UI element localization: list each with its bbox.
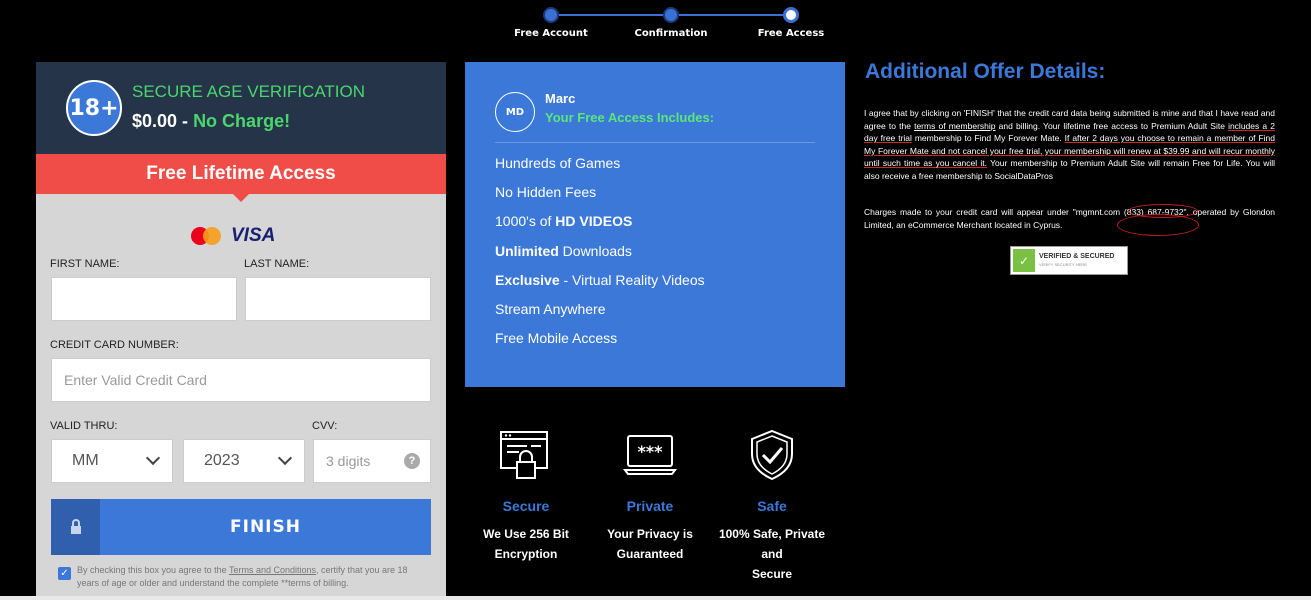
verification-title: SECURE AGE VERIFICATION bbox=[132, 82, 366, 101]
verification-price: $0.00 - No Charge! bbox=[132, 111, 290, 132]
feature-private: *** Private Your Privacy is Guaranteed bbox=[589, 428, 711, 564]
list-item: Stream Anywhere bbox=[495, 300, 606, 317]
verified-text: VERIFIED & SECURED VERIFY SECURITY HERE bbox=[1039, 252, 1115, 267]
list-item: Free Mobile Access bbox=[495, 330, 618, 347]
feature-secure: Secure We Use 256 Bit Encryption bbox=[465, 428, 587, 564]
page-bottom-edge bbox=[0, 596, 1311, 600]
feature-description: We Use 256 Bit Encryption bbox=[483, 527, 569, 561]
list-item: 1000's of HD VIDEOS bbox=[495, 213, 633, 230]
expiry-year-select[interactable]: 2023 bbox=[183, 439, 305, 483]
mastercard-icon bbox=[191, 227, 221, 245]
secure-browser-icon bbox=[500, 431, 548, 479]
step-dot-free-access bbox=[783, 7, 799, 23]
svg-text:***: *** bbox=[637, 442, 663, 461]
valid-thru-label: VALID THRU: bbox=[50, 420, 118, 432]
step-label-free-account: Free Account bbox=[514, 28, 588, 39]
shield-check-icon bbox=[751, 429, 793, 481]
free-lifetime-banner: Free Lifetime Access bbox=[36, 154, 446, 202]
feature-safe: Safe 100% Safe, Private and Secure bbox=[711, 428, 833, 584]
avatar: MD bbox=[495, 92, 535, 132]
first-name-label: FIRST NAME: bbox=[50, 258, 120, 270]
no-charge-label: No Charge! bbox=[193, 111, 291, 131]
feature-description: Your Privacy is Guaranteed bbox=[607, 527, 693, 561]
chevron-down-icon bbox=[145, 450, 161, 466]
list-item: Exclusive - Virtual Reality Videos bbox=[495, 271, 705, 288]
step-label-free-access: Free Access bbox=[757, 28, 825, 39]
step-connector bbox=[671, 14, 791, 16]
expiry-month-select[interactable]: MM bbox=[51, 439, 173, 483]
finish-button-label: FINISH bbox=[230, 517, 301, 537]
feature-title: Safe bbox=[757, 498, 787, 514]
divider bbox=[495, 142, 815, 143]
terms-of-membership-link[interactable]: terms of membership bbox=[914, 121, 995, 131]
list-item: No Hidden Fees bbox=[495, 184, 597, 201]
chevron-down-icon bbox=[277, 450, 293, 466]
password-screen-icon: *** bbox=[623, 435, 677, 475]
cvv-label: CVV: bbox=[312, 420, 338, 432]
accepted-cards: VISA bbox=[191, 225, 275, 247]
feature-description: 100% Safe, Private and Secure bbox=[718, 527, 826, 581]
verified-secured-badge[interactable]: ✓ VERIFIED & SECURED VERIFY SECURITY HERE bbox=[1010, 246, 1128, 275]
annotation-oval bbox=[1128, 204, 1198, 218]
membership-panel: MD Marc Your Free Access Includes: Hundr… bbox=[465, 62, 845, 387]
terms-agreement: ✓ By checking this box you agree to the … bbox=[58, 564, 428, 590]
finish-button[interactable]: FINISH bbox=[51, 499, 431, 555]
card-number-field[interactable]: Enter Valid Credit Card bbox=[51, 358, 431, 402]
verification-header: 18+ SECURE AGE VERIFICATION $0.00 - No C… bbox=[36, 62, 446, 154]
feature-title: Secure bbox=[502, 498, 550, 514]
list-item: Unlimited Downloads bbox=[495, 242, 632, 259]
step-dot-free-account bbox=[543, 7, 559, 23]
terms-link[interactable]: Terms and Conditions bbox=[229, 565, 316, 575]
step-label-confirmation: Confirmation bbox=[634, 28, 708, 39]
member-name: Marc bbox=[545, 91, 576, 106]
lock-icon: ✓ bbox=[1013, 249, 1035, 272]
offer-terms-paragraph: I agree that by clicking on 'FINISH' tha… bbox=[864, 108, 1276, 181]
payment-form-panel: 18+ SECURE AGE VERIFICATION $0.00 - No C… bbox=[36, 62, 446, 600]
list-item: Hundreds of Games bbox=[495, 155, 621, 171]
offer-details-title: Additional Offer Details: bbox=[865, 60, 1106, 83]
expiry-month-value: MM bbox=[72, 452, 99, 469]
includes-list: Hundreds of Games No Hidden Fees 1000's … bbox=[495, 154, 705, 358]
includes-heading: Your Free Access Includes: bbox=[545, 110, 715, 125]
card-number-label: CREDIT CARD NUMBER: bbox=[50, 339, 179, 351]
last-name-field[interactable] bbox=[245, 277, 431, 321]
first-name-field[interactable] bbox=[51, 277, 237, 321]
age-18-badge: 18+ bbox=[66, 80, 122, 136]
feature-title: Private bbox=[626, 498, 674, 514]
help-icon[interactable]: ? bbox=[404, 453, 420, 469]
cvv-field[interactable]: 3 digits ? bbox=[313, 439, 431, 483]
terms-checkbox[interactable]: ✓ bbox=[58, 567, 71, 580]
visa-icon: VISA bbox=[231, 225, 276, 246]
step-dot-confirmation bbox=[663, 7, 679, 23]
progress-stepper: Free Account Confirmation Free Access bbox=[505, 5, 835, 45]
cvv-placeholder: 3 digits bbox=[326, 453, 371, 469]
terms-text: By checking this box you agree to the Te… bbox=[77, 565, 408, 588]
step-connector bbox=[551, 14, 671, 16]
lock-icon bbox=[51, 499, 100, 555]
price-amount: $0.00 - bbox=[132, 111, 189, 131]
offer-billing-paragraph: Charges made to your credit card will ap… bbox=[864, 207, 1275, 230]
expiry-year-value: 2023 bbox=[204, 452, 240, 469]
last-name-label: LAST NAME: bbox=[244, 258, 310, 270]
